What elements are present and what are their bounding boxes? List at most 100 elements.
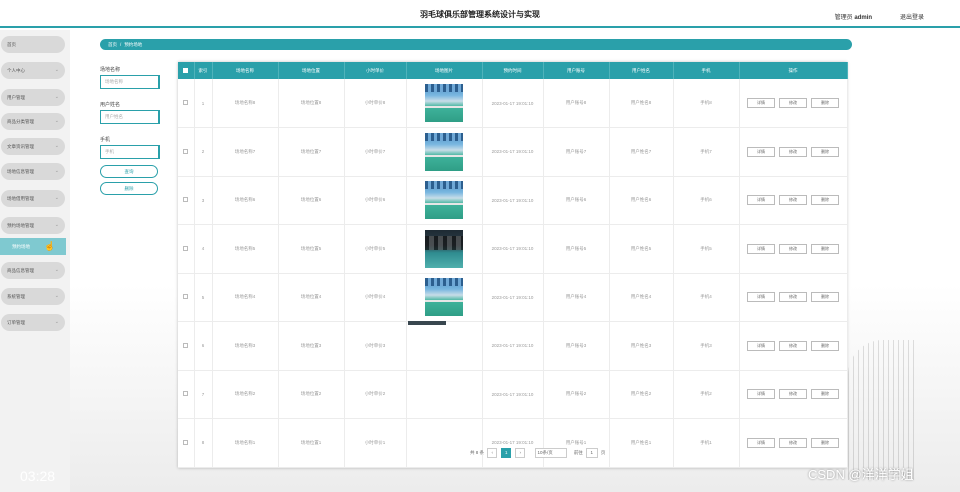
logout-link[interactable]: 退出登录: [900, 12, 924, 21]
cell-time: 2023-01-17 19:01:10: [482, 224, 544, 274]
sidebar-item[interactable]: 场地信息管理 ⌄: [1, 163, 65, 180]
cell-price: 小时单价4: [344, 273, 407, 322]
user-name-label: 用户姓名: [100, 102, 121, 108]
detail-button[interactable]: 详情: [747, 292, 775, 303]
cell-time: 2023-01-17 19:01:10: [482, 370, 544, 419]
sidebar: 首页 个人中心 ⌄ 用户管理 ⌄ 商品分类管理 ⌄ 文章资讯管理 ⌄ 场地信息管理 ⌄ 场地借用管理 ⌄…: [0, 30, 70, 492]
edit-button[interactable]: 修改: [779, 146, 807, 157]
chevron-down-icon: ⌄: [54, 293, 59, 299]
venue-image: [407, 321, 446, 325]
chevron-down-icon: ⌄: [54, 222, 59, 228]
row-checkbox[interactable]: [183, 294, 189, 300]
sidebar-item-label: 商品分类管理: [7, 119, 34, 124]
edit-button[interactable]: 修改: [779, 98, 807, 108]
delete-row-button[interactable]: 删除: [811, 195, 839, 206]
delete-button[interactable]: 删除: [100, 182, 158, 195]
sidebar-item[interactable]: 预约场地管理 ⌄: [1, 217, 65, 234]
cell-uname: 用户姓名5: [609, 224, 674, 274]
page-size-select[interactable]: 10条/页: [534, 447, 567, 458]
sidebar-item[interactable]: 首页: [1, 36, 65, 53]
cell-name: 场地名称8: [212, 79, 279, 128]
edit-button[interactable]: 修改: [779, 243, 807, 254]
sidebar-item[interactable]: 系统管理 ⌄: [1, 288, 65, 305]
row-actions: 详情 修改 删除: [739, 127, 848, 177]
edit-button[interactable]: 修改: [779, 195, 807, 206]
total-count: 共 8 条: [470, 450, 485, 455]
search-button[interactable]: 查询: [100, 165, 158, 178]
table-row[interactable]: 7 场地名称2 场地位置2 小时单价2 2023-01-17 19:01:10 用户账号2…: [178, 370, 848, 419]
table-row[interactable]: 4 场地名称5 场地位置5 小时单价5 2023-01-17 19:01:10 用户账号5…: [178, 224, 848, 274]
detail-button[interactable]: 详情: [747, 146, 775, 157]
sidebar-item[interactable]: 商品信息管理 ⌄: [1, 262, 65, 279]
breadcrumb-home[interactable]: 首页: [108, 42, 117, 47]
row-checkbox[interactable]: [183, 197, 189, 203]
table-row[interactable]: 8 场地名称1 场地位置1 小时单价1 2023-01-17 19:01:10 用户账号1…: [178, 418, 848, 468]
cell-price: 小时单价7: [344, 127, 407, 177]
edit-button[interactable]: 修改: [779, 340, 807, 351]
edit-button[interactable]: 修改: [779, 389, 807, 400]
user-name-input[interactable]: 用户姓名: [100, 110, 160, 124]
prev-page-button[interactable]: ‹: [487, 447, 498, 458]
detail-button[interactable]: 详情: [747, 195, 775, 206]
phone-input[interactable]: 手机: [100, 145, 160, 159]
cell-uname: 用户姓名2: [609, 370, 674, 419]
cell-phone: 手机8: [673, 79, 740, 128]
venue-image-cell: [406, 127, 483, 177]
edit-button[interactable]: 修改: [779, 437, 807, 448]
row-checkbox[interactable]: [183, 100, 189, 105]
detail-button[interactable]: 详情: [747, 340, 775, 351]
row-checkbox[interactable]: [183, 391, 189, 397]
cell-account: 用户账号3: [543, 321, 610, 371]
cell-account: 用户账号1: [543, 418, 610, 468]
sidebar-item[interactable]: 用户管理 ⌄: [1, 89, 65, 106]
cell-phone: 手机6: [673, 176, 740, 225]
sidebar-item[interactable]: 场地借用管理 ⌄: [1, 190, 65, 207]
table-row[interactable]: 2 场地名称7 场地位置7 小时单价7 2023-01-17 19:01:10 用户账号7…: [178, 127, 848, 177]
app-title: 羽毛球俱乐部管理系统设计与实现: [420, 10, 540, 19]
detail-button[interactable]: 详情: [747, 98, 775, 108]
delete-row-button[interactable]: 删除: [811, 389, 839, 400]
breadcrumb-current: 预约场地: [124, 42, 143, 47]
delete-row-button[interactable]: 删除: [811, 340, 839, 351]
delete-row-button[interactable]: 删除: [811, 243, 839, 254]
column-header: 场地图片: [406, 62, 483, 79]
table-row[interactable]: 6 场地名称3 场地位置3 小时单价3 2023-01-17 19:01:10 用户账号3…: [178, 321, 848, 371]
sidebar-item[interactable]: 个人中心 ⌄: [1, 62, 65, 79]
breadcrumb-separator: /: [120, 42, 122, 47]
delete-row-button[interactable]: 删除: [811, 98, 839, 108]
table-row[interactable]: 5 场地名称4 场地位置4 小时单价4 2023-01-17 19:01:10 用户账号4…: [178, 273, 848, 322]
row-checkbox[interactable]: [183, 245, 189, 251]
table-row[interactable]: 1 场地名称8 场地位置8 小时单价8 2023-01-17 19:01:10 用户账号8…: [178, 79, 848, 128]
sidebar-item[interactable]: 商品分类管理 ⌄: [1, 113, 65, 130]
detail-button[interactable]: 详情: [747, 389, 775, 400]
row-checkbox[interactable]: [183, 439, 189, 445]
venue-name-input[interactable]: 场地名称: [100, 75, 160, 89]
next-page-button[interactable]: ›: [515, 447, 526, 458]
cell-account: 用户账号6: [543, 176, 610, 225]
row-checkbox[interactable]: [183, 342, 189, 348]
goto-page-input[interactable]: 1: [585, 447, 598, 458]
page-1-button[interactable]: 1: [501, 447, 512, 458]
row-actions: 详情 修改 删除: [739, 321, 848, 371]
chevron-down-icon: ⌄: [54, 143, 59, 149]
detail-button[interactable]: 详情: [747, 437, 775, 448]
cell-loc: 场地位置3: [278, 321, 345, 371]
delete-row-button[interactable]: 删除: [811, 292, 839, 303]
delete-row-button[interactable]: 删除: [811, 437, 839, 448]
cell-uname: 用户姓名4: [609, 273, 674, 322]
sidebar-item-label: 预约场地管理: [7, 223, 34, 228]
detail-button[interactable]: 详情: [747, 243, 775, 254]
delete-row-button[interactable]: 删除: [811, 146, 839, 157]
row-checkbox[interactable]: [183, 148, 189, 154]
table-row[interactable]: 3 场地名称6 场地位置6 小时单价6 2023-01-17 19:01:10 用户账号6…: [178, 176, 848, 225]
sidebar-item[interactable]: 订单管理 ⌄: [1, 314, 65, 331]
sidebar-item[interactable]: 文章资讯管理 ⌄: [1, 138, 65, 155]
sidebar-item-label: 场地借用管理: [7, 196, 34, 201]
sidebar-subitem-active[interactable]: 预约场地 ☝: [0, 238, 66, 255]
clock-overlay: 03:28: [20, 468, 56, 484]
select-all-checkbox[interactable]: [183, 67, 189, 73]
cell-uname: 用户姓名6: [609, 176, 674, 225]
venue-image-cell: [406, 224, 483, 274]
edit-button[interactable]: 修改: [779, 292, 807, 303]
cell-time: 2023-01-17 19:01:10: [482, 273, 544, 322]
